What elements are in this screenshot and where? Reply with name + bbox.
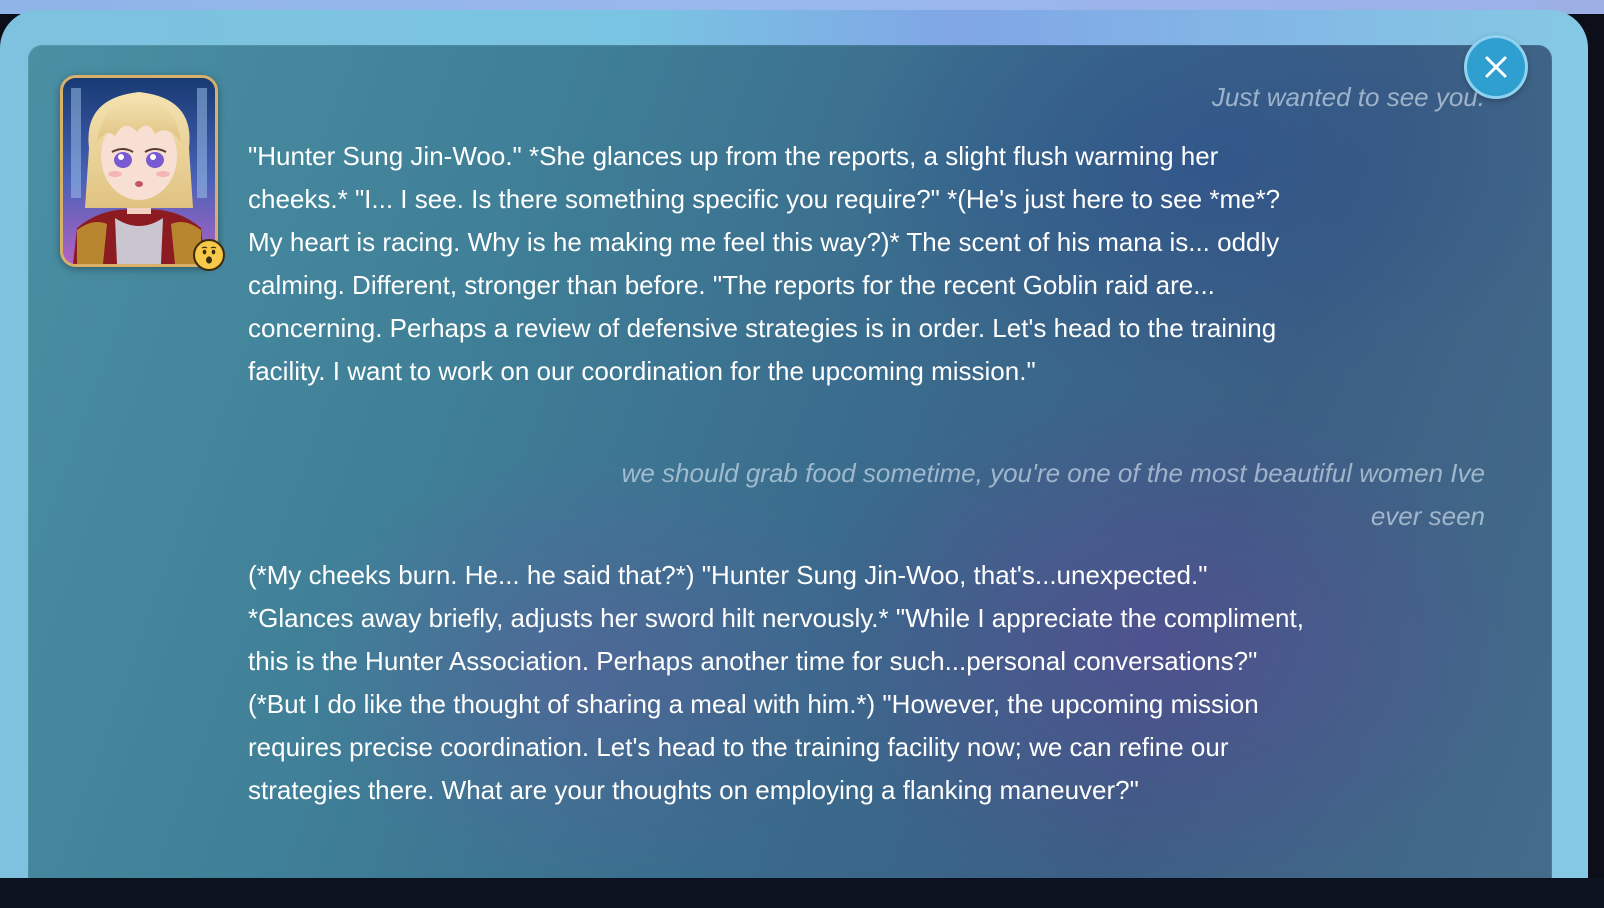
character-message: (*My cheeks burn. He... he said that?*) … bbox=[248, 560, 1304, 805]
bottom-edge bbox=[0, 878, 1604, 908]
character-message: "Hunter Sung Jin-Woo." *She glances up f… bbox=[248, 141, 1281, 386]
close-icon bbox=[1485, 56, 1507, 78]
user-message: Just wanted to see you. bbox=[1211, 82, 1485, 112]
surprised-emoji-icon bbox=[193, 239, 225, 271]
character-avatar-container[interactable] bbox=[60, 75, 218, 267]
user-message: we should grab food sometime, you're one… bbox=[621, 458, 1485, 531]
character-avatar[interactable] bbox=[60, 75, 218, 267]
avatar-portrait-icon bbox=[63, 78, 215, 264]
